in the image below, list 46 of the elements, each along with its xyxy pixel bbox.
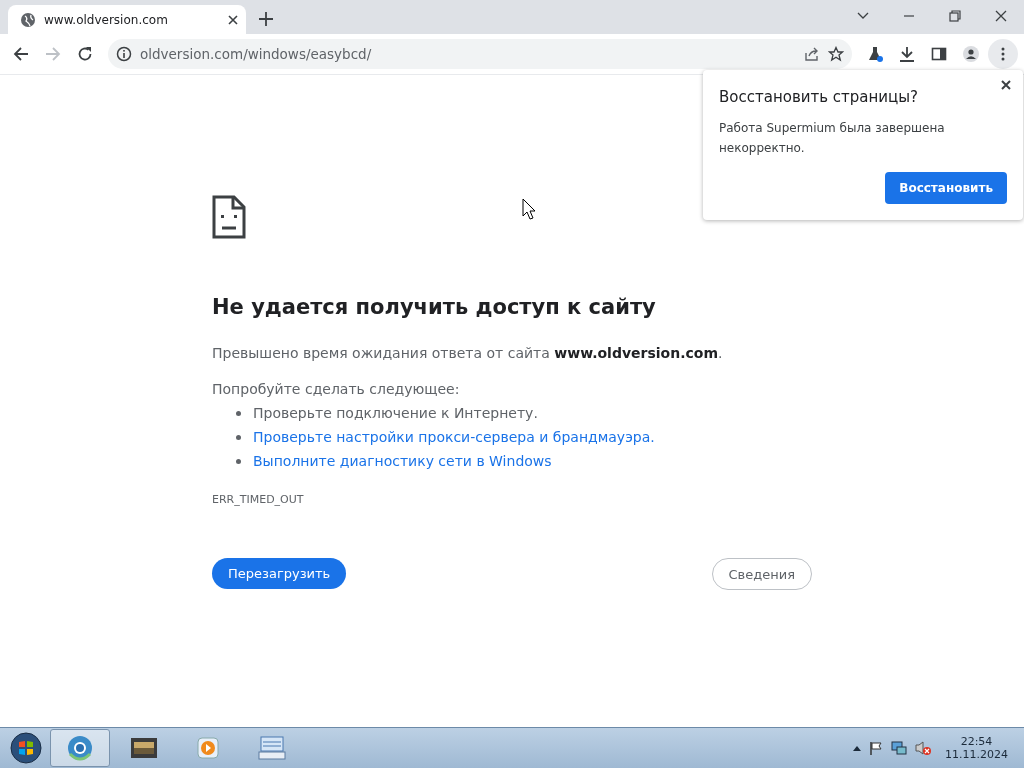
clock-time: 22:54	[960, 735, 993, 748]
tab-title: www.oldversion.com	[44, 12, 169, 27]
error-message: Превышено время ожидания ответа от сайта www.oldversion.com.	[212, 345, 724, 361]
close-icon[interactable]	[228, 14, 238, 25]
mouse-cursor-icon	[522, 198, 536, 220]
reload-icon[interactable]	[77, 46, 93, 62]
reload-button[interactable]: Перезагрузить	[212, 558, 347, 589]
network-icon[interactable]	[891, 740, 907, 756]
suggestions-label: Попробуйте сделать следующее:	[212, 381, 461, 397]
close-icon[interactable]	[995, 10, 1007, 22]
sad-page-icon	[212, 195, 246, 239]
close-icon[interactable]	[999, 78, 1013, 92]
media-player-icon	[194, 734, 222, 762]
start-orb-icon[interactable]	[10, 732, 42, 764]
side-panel-icon[interactable]	[931, 46, 947, 62]
share-icon[interactable]	[804, 46, 820, 62]
popup-message: Работа Supermium была завершена некорректно.	[719, 120, 946, 157]
muted-speaker-icon[interactable]	[915, 740, 931, 756]
bullet-dot	[236, 410, 241, 416]
bullet-dot	[236, 458, 241, 464]
details-button[interactable]: Сведения	[711, 558, 812, 590]
restore-icon[interactable]	[949, 10, 961, 22]
address-bar[interactable]: oldversion.com/windows/easybcd/	[108, 39, 852, 69]
browser-icon	[66, 734, 94, 762]
error-heading: Не удается получить доступ к сайту	[212, 295, 657, 319]
clock-date: 11.11.2024	[945, 748, 1008, 761]
info-icon	[116, 46, 132, 62]
popup-title: Восстановить страницы?	[719, 88, 920, 106]
keyboard-icon	[258, 734, 286, 762]
globe-icon	[20, 11, 36, 28]
suggestion-link[interactable]: Выполните диагностику сети в Windows	[253, 453, 552, 469]
browser-tab[interactable]: www.oldversion.com	[8, 5, 246, 34]
restore-button[interactable]: Восстановить	[885, 172, 1007, 204]
back-icon[interactable]	[13, 46, 29, 62]
suggestion-link[interactable]: Проверьте настройки прокси-сервера и брандмауэра.	[253, 429, 655, 445]
flask-icon[interactable]	[867, 46, 883, 62]
star-icon[interactable]	[828, 46, 844, 62]
profile-icon[interactable]	[963, 46, 979, 62]
download-icon[interactable]	[899, 46, 915, 62]
suggestion-text: Проверьте подключение к Интернету.	[253, 405, 538, 421]
error-code: ERR_TIMED_OUT	[212, 493, 305, 506]
new-tab-icon[interactable]	[259, 12, 273, 26]
chevron-up-icon[interactable]	[853, 745, 861, 751]
url-text: oldversion.com/windows/easybcd/	[140, 46, 373, 62]
bullet-dot	[236, 434, 241, 440]
flag-icon[interactable]	[869, 741, 883, 755]
